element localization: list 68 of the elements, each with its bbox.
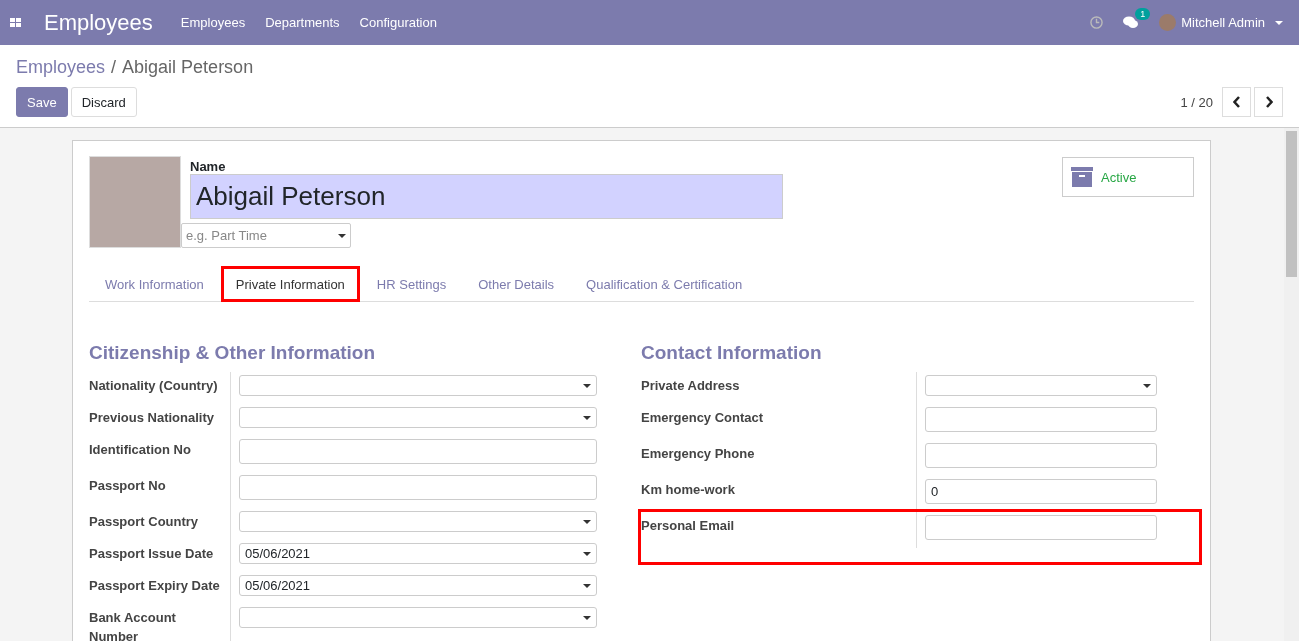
caret-icon: [583, 551, 591, 556]
archive-box-icon: [1071, 167, 1093, 187]
select-field[interactable]: [239, 407, 597, 428]
menu-item[interactable]: Departments: [265, 15, 340, 30]
input-field[interactable]: [239, 475, 597, 500]
field-label: Emergency Phone: [641, 440, 917, 476]
input-field[interactable]: [239, 439, 597, 464]
tab[interactable]: Private Information: [220, 266, 360, 302]
select-field[interactable]: [925, 375, 1157, 396]
field-label: Personal Email: [641, 512, 917, 548]
user-menu[interactable]: Mitchell Admin: [1159, 14, 1283, 31]
select-field[interactable]: 05/06/2021: [239, 543, 597, 564]
field-label: Passport Issue Date: [89, 540, 231, 572]
name-field[interactable]: Abigail Peterson: [190, 174, 783, 219]
breadcrumb-separator: /: [111, 57, 117, 78]
menu-item[interactable]: Configuration: [359, 15, 437, 30]
caret-icon: [583, 519, 591, 524]
section-title: Contact Information: [641, 342, 823, 364]
tab[interactable]: Other Details: [463, 266, 570, 302]
previous-button[interactable]: [1222, 87, 1251, 117]
tab[interactable]: HR Settings: [361, 266, 462, 302]
notification-badge: 1: [1135, 8, 1151, 20]
app-title: Employees: [44, 9, 153, 36]
avatar-icon: [1159, 14, 1177, 31]
caret-icon: [583, 583, 591, 588]
input-field[interactable]: 0: [925, 479, 1157, 504]
caret-icon: [583, 615, 591, 620]
select-field[interactable]: 05/06/2021: [239, 575, 597, 596]
field-label: Identification No: [89, 436, 231, 472]
chevron-right-icon: [1264, 96, 1273, 108]
next-button[interactable]: [1254, 87, 1283, 117]
breadcrumb-link[interactable]: Employees: [16, 57, 106, 78]
field-label: Bank Account Number: [89, 604, 231, 641]
select-field[interactable]: [239, 375, 597, 396]
field-label: Passport No: [89, 472, 231, 508]
select-field[interactable]: [239, 511, 597, 532]
menu-item[interactable]: Employees: [180, 15, 246, 30]
tab[interactable]: Qualification & Certification: [571, 266, 758, 302]
save-button[interactable]: Save: [16, 87, 68, 117]
active-button[interactable]: Active: [1062, 157, 1194, 197]
caret-icon: [583, 383, 591, 388]
field-label: Emergency Contact: [641, 404, 917, 440]
input-field[interactable]: [925, 515, 1157, 540]
field-label: Passport Expiry Date: [89, 572, 231, 604]
input-field[interactable]: [925, 407, 1157, 432]
clock-icon[interactable]: [1090, 16, 1104, 29]
tab[interactable]: Work Information: [90, 266, 219, 302]
section-title: Citizenship & Other Information: [89, 342, 377, 364]
caret-icon: [338, 233, 346, 238]
field-label: Nationality (Country): [89, 372, 231, 404]
name-label: Name: [190, 159, 227, 174]
breadcrumb-current: Abigail Peterson: [122, 57, 254, 78]
discard-button[interactable]: Discard: [70, 87, 137, 117]
field-label: Private Address: [641, 372, 917, 404]
pager-counter: 1 / 20: [1180, 94, 1213, 110]
chevron-left-icon: [1232, 96, 1241, 108]
caret-icon: [1275, 20, 1283, 25]
select-field[interactable]: e.g. Part Time: [181, 223, 351, 248]
chat-icon[interactable]: [1123, 16, 1140, 29]
caret-icon: [1143, 383, 1151, 388]
caret-icon: [583, 415, 591, 420]
field-label: Previous Nationality: [89, 404, 231, 436]
field-label: Passport Country: [89, 508, 231, 540]
scrollbar[interactable]: [1284, 128, 1299, 641]
input-field[interactable]: [925, 443, 1157, 468]
apps-menu-icon[interactable]: [10, 17, 22, 28]
field-label: Km home-work: [641, 476, 917, 512]
select-field[interactable]: [239, 607, 597, 628]
